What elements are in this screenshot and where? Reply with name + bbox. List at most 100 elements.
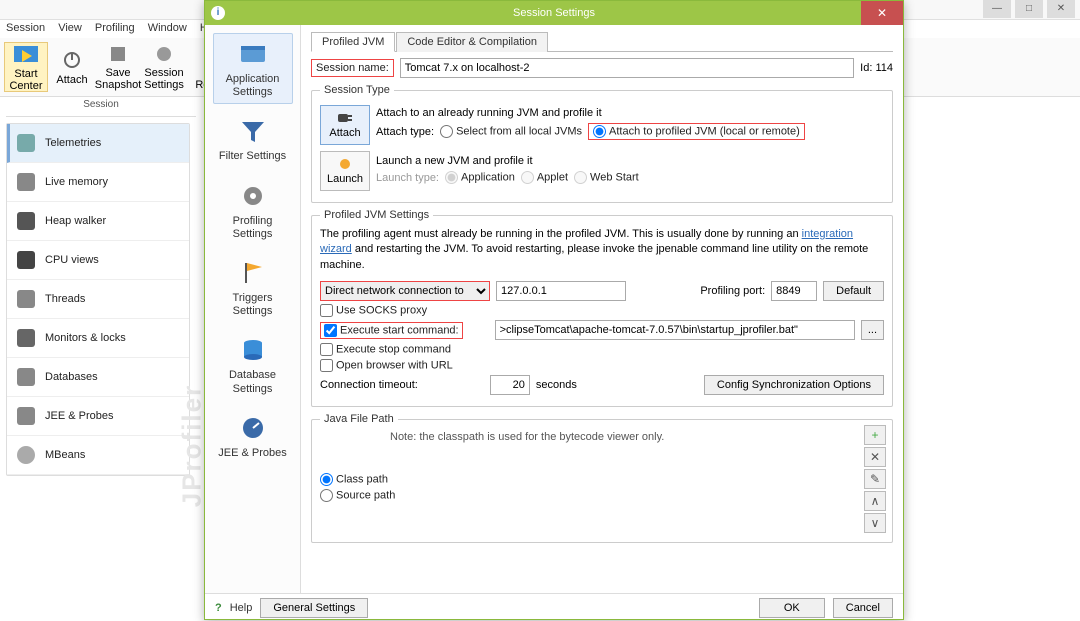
sourcepath-radio[interactable]: Source path xyxy=(320,489,395,502)
java-file-path-group: Java File Path Note: the classpath is us… xyxy=(311,413,893,543)
menu-profiling[interactable]: Profiling xyxy=(95,22,135,34)
mbeans-icon xyxy=(17,446,35,464)
session-name-input[interactable] xyxy=(400,58,854,78)
help-link[interactable]: Help xyxy=(230,602,253,614)
add-path-button[interactable]: + xyxy=(864,425,886,445)
timeout-input[interactable] xyxy=(490,375,530,395)
ok-button[interactable]: OK xyxy=(759,598,825,618)
launch-applet-radio[interactable]: Applet xyxy=(521,171,568,184)
flag-icon xyxy=(237,257,269,289)
plug-icon xyxy=(336,111,354,125)
nav-threads[interactable]: Threads xyxy=(7,280,189,319)
pjs-legend: Profiled JVM Settings xyxy=(320,209,433,221)
menu-session[interactable]: Session xyxy=(6,22,45,34)
menu-window[interactable]: Window xyxy=(148,22,187,34)
attach-mode-button[interactable]: Attach xyxy=(320,105,370,145)
watermark: JProfiler xyxy=(176,384,207,508)
triggers-settings-item[interactable]: Triggers Settings xyxy=(213,252,293,323)
tabs: Profiled JVM Code Editor & Compilation xyxy=(311,31,893,52)
maximize-button[interactable]: □ xyxy=(1015,0,1043,18)
nav-label: Live memory xyxy=(45,176,108,188)
profiled-jvm-settings-group: Profiled JVM Settings The profiling agen… xyxy=(311,209,893,407)
nav-mbeans[interactable]: MBeans xyxy=(7,436,189,475)
move-up-button[interactable]: ∧ xyxy=(864,491,886,511)
socks-proxy-checkbox[interactable]: Use SOCKS proxy xyxy=(320,304,427,317)
nav-heap-walker[interactable]: Heap walker xyxy=(7,202,189,241)
nav-cpu-views[interactable]: CPU views xyxy=(7,241,189,280)
edit-path-button[interactable]: ✎ xyxy=(864,469,886,489)
start-center-button[interactable]: Start Center xyxy=(4,42,48,92)
nav-telemetries[interactable]: Telemetries xyxy=(7,124,189,163)
launch-webstart-radio[interactable]: Web Start xyxy=(574,171,639,184)
filter-settings-item[interactable]: Filter Settings xyxy=(213,110,293,168)
nav-jee-probes[interactable]: JEE & Probes xyxy=(7,397,189,436)
settings-category-list: Application Settings Filter Settings Pro… xyxy=(205,25,301,593)
mini-btn-label: Launch xyxy=(327,173,363,185)
nav-label: Databases xyxy=(45,371,98,383)
dialog-titlebar[interactable]: i Session Settings ✕ xyxy=(205,1,903,25)
tab-code-editor[interactable]: Code Editor & Compilation xyxy=(396,32,548,52)
cancel-button[interactable]: Cancel xyxy=(833,598,893,618)
app-settings-item[interactable]: Application Settings xyxy=(213,33,293,104)
profiling-settings-item[interactable]: Profiling Settings xyxy=(213,175,293,246)
attach-local-radio[interactable]: Select from all local JVMs xyxy=(440,125,582,138)
toolbar-label: Start Center xyxy=(5,68,47,92)
host-input[interactable] xyxy=(496,281,626,301)
move-down-button[interactable]: ∨ xyxy=(864,513,886,533)
icon-label: Application Settings xyxy=(226,73,280,98)
exec-stop-checkbox[interactable]: Execute stop command xyxy=(320,343,451,356)
timeout-label: Connection timeout: xyxy=(320,379,418,391)
remove-path-button[interactable]: ✕ xyxy=(864,447,886,467)
menu-view[interactable]: View xyxy=(58,22,82,34)
connection-type-select[interactable]: Direct network connection to xyxy=(320,281,490,301)
exec-start-checkbox[interactable]: Execute start command: xyxy=(320,322,463,339)
start-command-input[interactable] xyxy=(495,320,855,340)
jee-probes-item[interactable]: JEE & Probes xyxy=(213,407,293,465)
nav-monitors[interactable]: Monitors & locks xyxy=(7,319,189,358)
nav-label: Threads xyxy=(45,293,85,305)
dialog-footer: ? Help General Settings OK Cancel xyxy=(205,593,903,621)
dialog-content: Profiled JVM Code Editor & Compilation S… xyxy=(301,25,903,593)
general-settings-button[interactable]: General Settings xyxy=(260,598,368,618)
browse-button[interactable]: ... xyxy=(861,320,884,340)
gauge-icon xyxy=(237,412,269,444)
nav-live-memory[interactable]: Live memory xyxy=(7,163,189,202)
save-snapshot-button[interactable]: Save Snapshot xyxy=(96,42,140,92)
pjs-text: The profiling agent must already be runn… xyxy=(320,227,884,273)
session-type-group: Session Type Attach Attach to an already… xyxy=(311,84,893,203)
section-label: Session xyxy=(6,97,196,117)
close-button[interactable]: ✕ xyxy=(1047,0,1075,18)
icon-label: Triggers Settings xyxy=(233,292,273,317)
database-settings-item[interactable]: Database Settings xyxy=(213,329,293,400)
nav-label: CPU views xyxy=(45,254,99,266)
icon-label: JEE & Probes xyxy=(218,447,286,459)
heap-icon xyxy=(17,212,35,230)
jfp-legend: Java File Path xyxy=(320,413,398,425)
open-browser-checkbox[interactable]: Open browser with URL xyxy=(320,359,453,372)
attach-button[interactable]: Attach xyxy=(50,42,94,92)
jfp-note: Note: the classpath is used for the byte… xyxy=(390,431,884,443)
app-settings-icon xyxy=(237,38,269,70)
dialog-close-button[interactable]: ✕ xyxy=(861,1,903,25)
minimize-button[interactable]: — xyxy=(983,0,1011,18)
memory-icon xyxy=(17,173,35,191)
mini-btn-label: Attach xyxy=(329,127,360,139)
attach-type-label: Attach type: xyxy=(376,126,434,138)
database-icon xyxy=(237,334,269,366)
nav-databases[interactable]: Databases xyxy=(7,358,189,397)
session-settings-button[interactable]: Session Settings xyxy=(142,42,186,92)
icon-label: Profiling Settings xyxy=(233,215,273,240)
help-icon: ? xyxy=(215,602,222,614)
default-port-button[interactable]: Default xyxy=(823,281,884,301)
launch-mode-button[interactable]: Launch xyxy=(320,151,370,191)
launch-app-radio[interactable]: Application xyxy=(445,171,515,184)
toolbar-label: Session Settings xyxy=(143,67,185,91)
attach-remote-radio[interactable]: Attach to profiled JVM (local or remote) xyxy=(588,123,805,140)
port-input[interactable] xyxy=(771,281,817,301)
config-sync-button[interactable]: Config Synchronization Options xyxy=(704,375,884,395)
launch-type-label: Launch type: xyxy=(376,172,439,184)
classpath-radio[interactable]: Class path xyxy=(320,473,388,486)
nav-label: Telemetries xyxy=(45,137,101,149)
tab-profiled-jvm[interactable]: Profiled JVM xyxy=(311,32,395,52)
left-panel: Telemetries Live memory Heap walker CPU … xyxy=(0,117,196,482)
